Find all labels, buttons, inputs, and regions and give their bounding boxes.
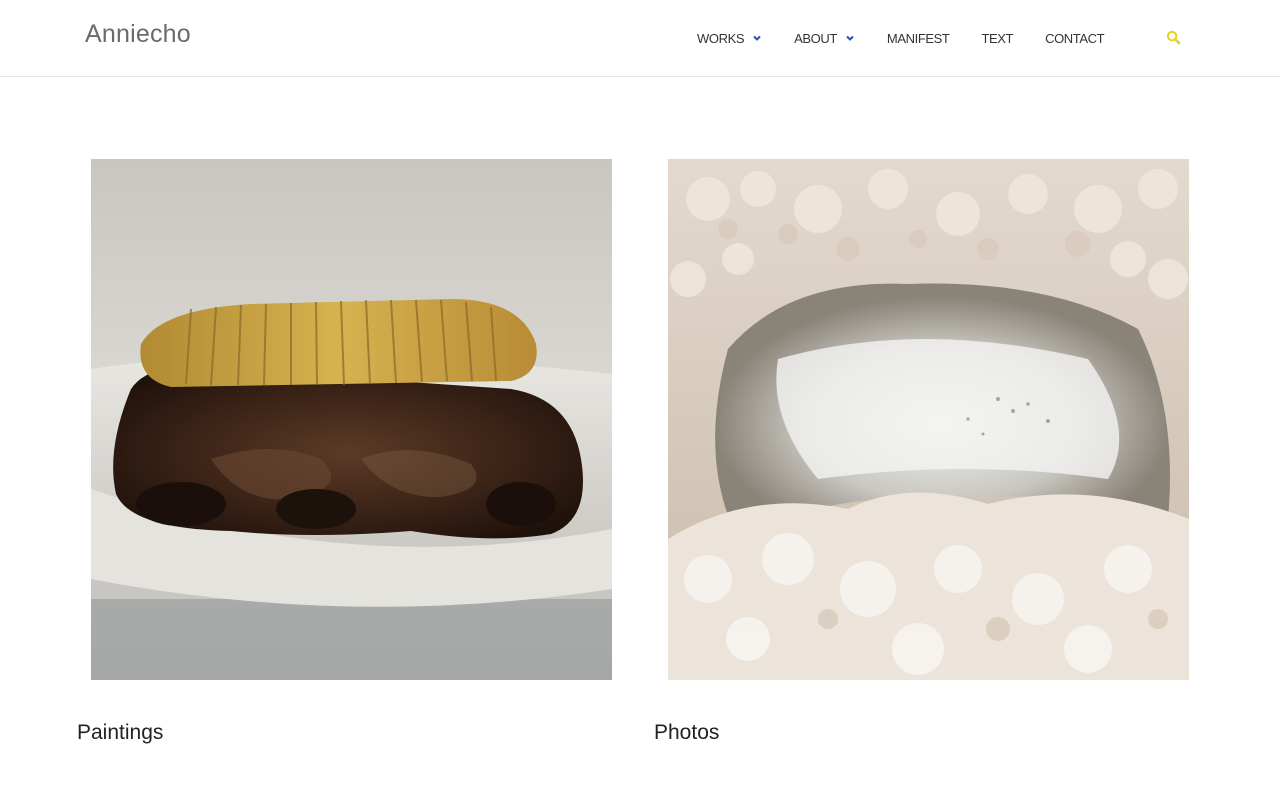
painting-image xyxy=(91,159,612,680)
site-header: Anniecho WORKS ABOUT MANIFEST TEXT CONTA… xyxy=(0,0,1280,77)
nav-item-contact[interactable]: CONTACT xyxy=(1045,29,1104,47)
nav-item-works[interactable]: WORKS xyxy=(697,29,762,47)
chevron-down-icon xyxy=(846,35,854,41)
nav-item-about[interactable]: ABOUT xyxy=(794,29,855,47)
nav-item-label: ABOUT xyxy=(794,30,837,46)
nav-item-label: WORKS xyxy=(697,30,745,46)
gallery-card-paintings-image[interactable] xyxy=(91,159,612,680)
site-logo[interactable]: Anniecho xyxy=(85,20,191,49)
nav-item-label: TEXT xyxy=(981,30,1014,46)
main-nav: WORKS ABOUT MANIFEST TEXT CONTACT xyxy=(697,29,1136,47)
gallery-card-photos-title[interactable]: Photos xyxy=(654,721,719,745)
chevron-down-icon xyxy=(753,35,761,41)
nav-item-label: CONTACT xyxy=(1045,30,1105,46)
nav-item-label: MANIFEST xyxy=(886,30,950,46)
nav-item-manifest[interactable]: MANIFEST xyxy=(887,29,950,47)
search-icon[interactable] xyxy=(1166,30,1181,45)
nav-item-text[interactable]: TEXT xyxy=(981,29,1013,47)
photo-image xyxy=(668,159,1189,680)
gallery-card-photos-image[interactable] xyxy=(668,159,1189,680)
gallery-card-paintings-title[interactable]: Paintings xyxy=(77,721,163,745)
